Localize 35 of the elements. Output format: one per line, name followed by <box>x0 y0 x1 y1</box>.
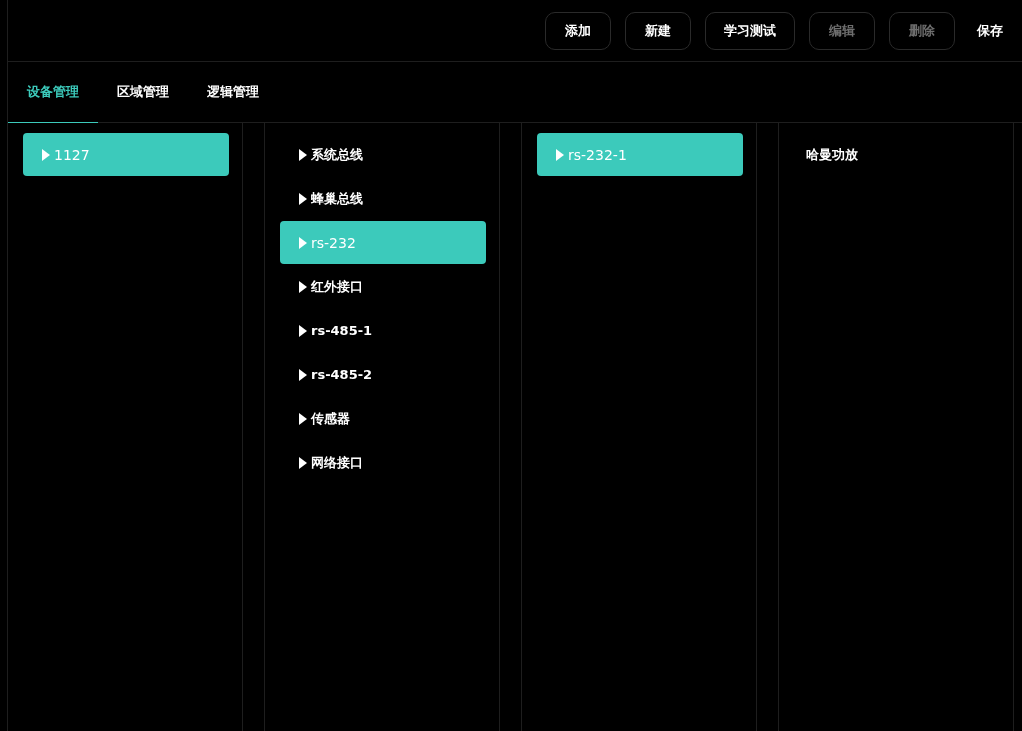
caret-icon <box>299 236 307 249</box>
list-item[interactable]: rs-485-1 <box>280 309 486 352</box>
item-label: rs-232 <box>311 234 356 251</box>
caret-icon <box>299 324 307 337</box>
caret-icon <box>299 456 307 469</box>
list-item[interactable]: 网络接口 <box>280 441 486 484</box>
item-label: 蜂巢总线 <box>311 189 363 208</box>
list-item[interactable]: 系统总线 <box>280 133 486 176</box>
caret-icon <box>42 148 50 161</box>
tab[interactable]: 设备管理 <box>8 62 98 123</box>
item-label: 哈曼功放 <box>806 145 858 164</box>
tab[interactable]: 逻辑管理 <box>188 62 278 123</box>
item-label: 系统总线 <box>311 145 363 164</box>
tab[interactable]: 区域管理 <box>98 62 188 123</box>
caret-icon <box>299 192 307 205</box>
caret-icon <box>299 368 307 381</box>
list-item[interactable]: rs-485-2 <box>280 353 486 396</box>
list-item[interactable]: 哈曼功放 <box>794 133 1000 176</box>
caret-icon <box>299 412 307 425</box>
item-label: rs-485-1 <box>311 323 373 338</box>
caret-icon <box>556 148 564 161</box>
item-label: 网络接口 <box>311 453 363 472</box>
caret-icon <box>299 280 307 293</box>
toolbar-button[interactable]: 学习测试 <box>705 11 795 50</box>
item-label: 红外接口 <box>311 277 363 296</box>
list-item[interactable]: 蜂巢总线 <box>280 177 486 220</box>
toolbar-button[interactable]: 添加 <box>545 11 611 50</box>
item-label: 传感器 <box>311 409 350 428</box>
item-label: 1127 <box>54 146 90 163</box>
item-label: rs-232-1 <box>568 146 627 163</box>
item-label: rs-485-2 <box>311 367 373 382</box>
list-item[interactable]: 传感器 <box>280 397 486 440</box>
toolbar-button[interactable]: 新建 <box>625 11 691 50</box>
caret-icon <box>299 148 307 161</box>
list-item[interactable]: 红外接口 <box>280 265 486 308</box>
